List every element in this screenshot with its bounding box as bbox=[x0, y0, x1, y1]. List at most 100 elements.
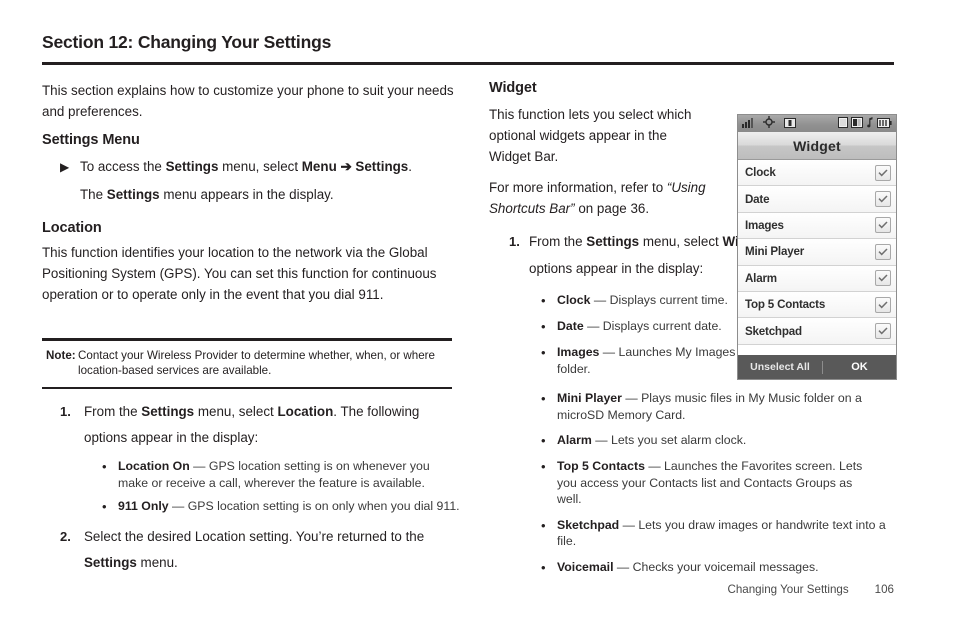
step-number: 1. bbox=[509, 234, 520, 249]
option-text: Top 5 Contacts — Launches the Favorites … bbox=[557, 458, 871, 508]
opt-dash: — bbox=[613, 559, 633, 574]
option-text: Alarm — Lets you set alarm clock. bbox=[557, 432, 891, 449]
checkbox-alarm[interactable] bbox=[875, 270, 891, 287]
location-paragraph: This function identifies your location t… bbox=[42, 245, 437, 302]
dot-bullet-icon: • bbox=[102, 459, 107, 474]
triangle-bullet-icon: ▶ bbox=[60, 160, 70, 174]
phone-list-item-clock[interactable]: Clock bbox=[738, 160, 896, 187]
phone-item-label: Images bbox=[745, 218, 784, 232]
phone-list-item-sketchpad[interactable]: Sketchpad bbox=[738, 318, 896, 345]
sm-line2-a: The bbox=[80, 187, 107, 202]
checkbox-date[interactable] bbox=[875, 191, 891, 208]
s2-c: menu. bbox=[136, 555, 178, 570]
phone-item-label: Top 5 Contacts bbox=[745, 298, 826, 312]
step-number: 2. bbox=[60, 529, 71, 544]
heading-location: Location bbox=[42, 220, 102, 236]
s2-b: Settings bbox=[84, 555, 137, 570]
opt-dash: — bbox=[591, 433, 611, 447]
checkbox-top-5-contacts[interactable] bbox=[875, 296, 891, 313]
phone-list-item-mini-player[interactable]: Mini Player bbox=[738, 239, 896, 266]
phone-item-label: Clock bbox=[745, 166, 776, 180]
list-item: • Sketchpad — Lets you draw images or ha… bbox=[541, 517, 896, 550]
signal-bars-icon bbox=[742, 115, 754, 133]
softkey-ok[interactable]: OK bbox=[823, 361, 896, 373]
phone-list-item-images[interactable]: Images bbox=[738, 212, 896, 240]
opt-dash: — bbox=[168, 499, 188, 513]
phone-list-item-alarm[interactable]: Alarm bbox=[738, 265, 896, 292]
option-text: Location On — GPS location setting is on… bbox=[118, 458, 462, 491]
settings-menu-result-text: The Settings menu appears in the display… bbox=[80, 182, 462, 208]
location-options-list: • Location On — GPS location setting is … bbox=[102, 458, 462, 515]
option-text: Voicemail — Checks your voicemail messag… bbox=[557, 559, 896, 576]
widget-paragraph-1: This function lets you select which opti… bbox=[489, 107, 692, 164]
settings-menu-bullet: ▶ To access the Settings menu, select Me… bbox=[42, 154, 462, 180]
step-item: 2. Select the desired Location setting. … bbox=[42, 524, 462, 576]
battery-icon bbox=[877, 115, 892, 133]
w-p2-a: For more information, refer to bbox=[489, 180, 667, 195]
opt-term: Voicemail bbox=[557, 559, 614, 574]
list-item: • Top 5 Contacts — Launches the Favorite… bbox=[541, 458, 871, 508]
checkbox-sketchpad[interactable] bbox=[875, 323, 891, 340]
opt-term: Location On bbox=[118, 459, 190, 473]
phone-list-item-date[interactable]: Date bbox=[738, 186, 896, 213]
intro-paragraph: This section explains how to customize y… bbox=[42, 83, 454, 119]
note-text: Contact your Wireless Provider to determ… bbox=[78, 348, 435, 378]
opt-desc: Displays current date. bbox=[602, 319, 722, 333]
opt-desc: Lets you set alarm clock. bbox=[611, 433, 747, 447]
dot-bullet-icon: • bbox=[541, 517, 546, 533]
phone-item-label: Alarm bbox=[745, 271, 777, 285]
checkbox-mini-player[interactable] bbox=[875, 243, 891, 260]
dot-bullet-icon: • bbox=[541, 433, 546, 448]
checkbox-clock[interactable] bbox=[875, 164, 891, 181]
dot-bullet-icon: • bbox=[541, 459, 546, 474]
sm-line1-d: Menu bbox=[301, 159, 337, 174]
opt-desc: Displays current time. bbox=[609, 293, 728, 307]
sm-line2-b: Settings bbox=[106, 187, 160, 202]
dot-bullet-icon: • bbox=[102, 499, 107, 514]
sm-line2-c: menu appears in the display. bbox=[159, 187, 334, 202]
header-divider bbox=[42, 62, 894, 65]
bullet-spacer bbox=[42, 182, 80, 208]
step-text: Select the desired Location setting. You… bbox=[84, 524, 462, 576]
widget-paragraph-2: For more information, refer to “Using Sh… bbox=[489, 177, 721, 219]
music-note-icon bbox=[866, 115, 874, 133]
dot-bullet-icon: • bbox=[541, 319, 546, 334]
sm-line1-b: Settings bbox=[165, 159, 219, 174]
settings-menu-bullet-second-line: The Settings menu appears in the display… bbox=[42, 182, 462, 208]
phone-item-label: Date bbox=[745, 192, 770, 206]
checkbox-images[interactable] bbox=[875, 217, 891, 234]
footer-section-name: Changing Your Settings bbox=[727, 582, 849, 596]
opt-dash: — bbox=[583, 319, 603, 333]
ws-a: From the bbox=[529, 234, 587, 249]
heading-widget: Widget bbox=[489, 80, 537, 96]
list-item: • Mini Player — Plays music files in My … bbox=[541, 390, 891, 423]
sim-card-icon bbox=[784, 115, 796, 133]
note-content: Note: Contact your Wireless Provider to … bbox=[42, 341, 452, 387]
step-text: From the Settings menu, select Location.… bbox=[84, 399, 462, 451]
location-steps: 1. From the Settings menu, select Locati… bbox=[42, 397, 462, 576]
opt-dash: — bbox=[619, 517, 639, 532]
opt-dash: — bbox=[599, 345, 619, 359]
dot-bullet-icon: • bbox=[541, 559, 546, 575]
list-item: • Date — Displays current date. bbox=[541, 318, 753, 335]
option-text: Date — Displays current date. bbox=[557, 318, 753, 335]
ws-c: menu, select bbox=[639, 234, 723, 249]
note-rule-bottom bbox=[42, 386, 452, 389]
list-item: • Voicemail — Checks your voicemail mess… bbox=[541, 559, 896, 576]
sm-line1-a: To access the bbox=[80, 159, 166, 174]
s2-a: Select the desired Location setting. You… bbox=[84, 529, 425, 544]
option-text: Images — Launches My Images folder. bbox=[557, 344, 753, 377]
phone-softkey-bar: Unselect All OK bbox=[738, 355, 896, 379]
phone-list-item-top-5-contacts[interactable]: Top 5 Contacts bbox=[738, 291, 896, 319]
note-label: Note: bbox=[46, 348, 76, 362]
page-title: Section 12: Changing Your Settings bbox=[42, 32, 332, 52]
option-text: Sketchpad — Lets you draw images or hand… bbox=[557, 517, 896, 550]
list-item: • 911 Only — GPS location setting is on … bbox=[102, 498, 462, 515]
dot-bullet-icon: • bbox=[541, 345, 546, 360]
opt-desc: GPS location setting is on only when you… bbox=[187, 499, 460, 513]
w-p2-b: on page 36. bbox=[574, 201, 650, 216]
gps-icon bbox=[763, 115, 775, 133]
softkey-unselect-all[interactable]: Unselect All bbox=[738, 361, 822, 373]
step-number: 1. bbox=[60, 404, 71, 419]
sm-line1-e: Settings bbox=[355, 159, 409, 174]
